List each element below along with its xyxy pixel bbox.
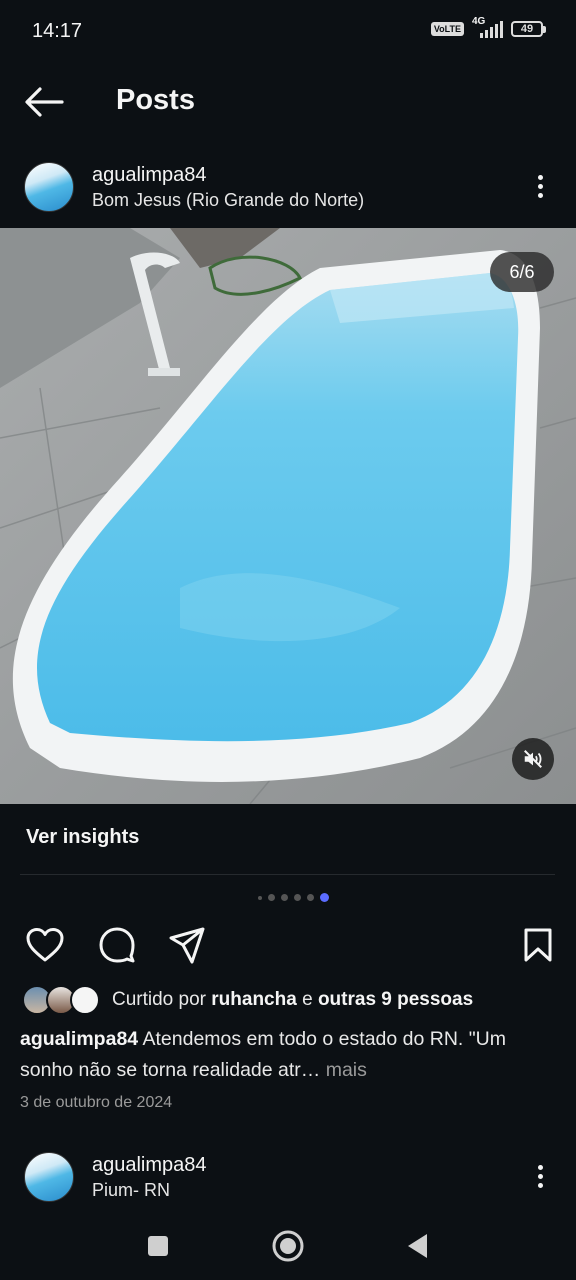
recents-button[interactable] <box>136 1224 180 1268</box>
circle-icon <box>272 1230 304 1262</box>
signal-icon: 4G <box>472 16 503 38</box>
post-header: agualimpa84 Bom Jesus (Rio Grande do Nor… <box>0 150 576 228</box>
next-post-header: agualimpa84 Pium- RN <box>0 1140 576 1214</box>
liker-username[interactable]: ruhancha <box>211 989 297 1010</box>
carousel-dot <box>306 894 314 901</box>
back-button[interactable] <box>22 80 66 124</box>
image-counter: 6/6 <box>490 252 554 292</box>
post-date: 3 de outubro de 2024 <box>20 1094 173 1111</box>
likes-row[interactable]: Curtido por ruhancha e outras 9 pessoas <box>22 984 473 1016</box>
more-options-button[interactable] <box>522 168 558 204</box>
send-icon <box>169 927 205 964</box>
share-button[interactable] <box>164 922 210 968</box>
system-nav-bar <box>0 1214 576 1280</box>
avatar[interactable] <box>24 162 74 212</box>
carousel-indicator <box>0 893 576 902</box>
page-title: Posts <box>116 84 195 116</box>
post-actions <box>0 922 576 968</box>
likes-others[interactable]: outras 9 pessoas <box>318 989 473 1010</box>
carousel-dot <box>293 894 301 901</box>
divider <box>20 874 555 875</box>
like-button[interactable] <box>22 922 68 968</box>
post-image[interactable]: 6/6 <box>0 228 576 804</box>
comment-icon <box>99 927 135 963</box>
carousel-dot <box>257 895 262 900</box>
caption-username[interactable]: agualimpa84 <box>20 1028 138 1050</box>
more-options-button[interactable] <box>522 1158 558 1194</box>
next-post-location[interactable]: Pium- RN <box>92 1180 170 1201</box>
post-caption: agualimpa84 Atendemos em todo o estado d… <box>20 1024 560 1086</box>
likes-text: Curtido por ruhancha e outras 9 pessoas <box>112 989 474 1010</box>
comment-button[interactable] <box>94 922 140 968</box>
avatar[interactable] <box>24 1152 74 1202</box>
square-icon <box>148 1236 168 1256</box>
status-time: 14:17 <box>32 20 83 42</box>
status-icons: VoLTE 4G 49 <box>430 16 546 38</box>
bookmark-icon <box>524 928 552 962</box>
view-insights-link[interactable]: Ver insights <box>26 826 139 849</box>
speaker-muted-icon <box>524 750 542 768</box>
mute-button[interactable] <box>512 738 554 780</box>
liker-avatars <box>22 985 102 1015</box>
network-type: 4G <box>472 16 486 27</box>
avatar <box>70 985 100 1015</box>
top-bar: Posts <box>0 64 576 138</box>
carousel-dot <box>280 894 288 901</box>
carousel-dot-active <box>319 893 329 902</box>
back-nav-button[interactable] <box>396 1224 440 1268</box>
caption-more-link[interactable]: mais <box>320 1059 367 1081</box>
pool-photo <box>0 228 576 804</box>
post-username[interactable]: agualimpa84 <box>92 164 207 187</box>
volte-icon: VoLTE <box>430 22 464 36</box>
battery-level: 49 <box>511 21 543 37</box>
save-button[interactable] <box>515 922 561 968</box>
triangle-back-icon <box>408 1234 427 1258</box>
status-bar: 14:17 VoLTE 4G 49 <box>0 0 576 64</box>
home-button[interactable] <box>266 1224 310 1268</box>
arrow-left-icon <box>25 87 64 117</box>
next-post-username[interactable]: agualimpa84 <box>92 1154 207 1177</box>
battery-icon: 49 <box>511 21 546 37</box>
carousel-dot <box>267 894 275 901</box>
heart-icon <box>26 928 64 962</box>
post-location[interactable]: Bom Jesus (Rio Grande do Norte) <box>92 190 364 211</box>
